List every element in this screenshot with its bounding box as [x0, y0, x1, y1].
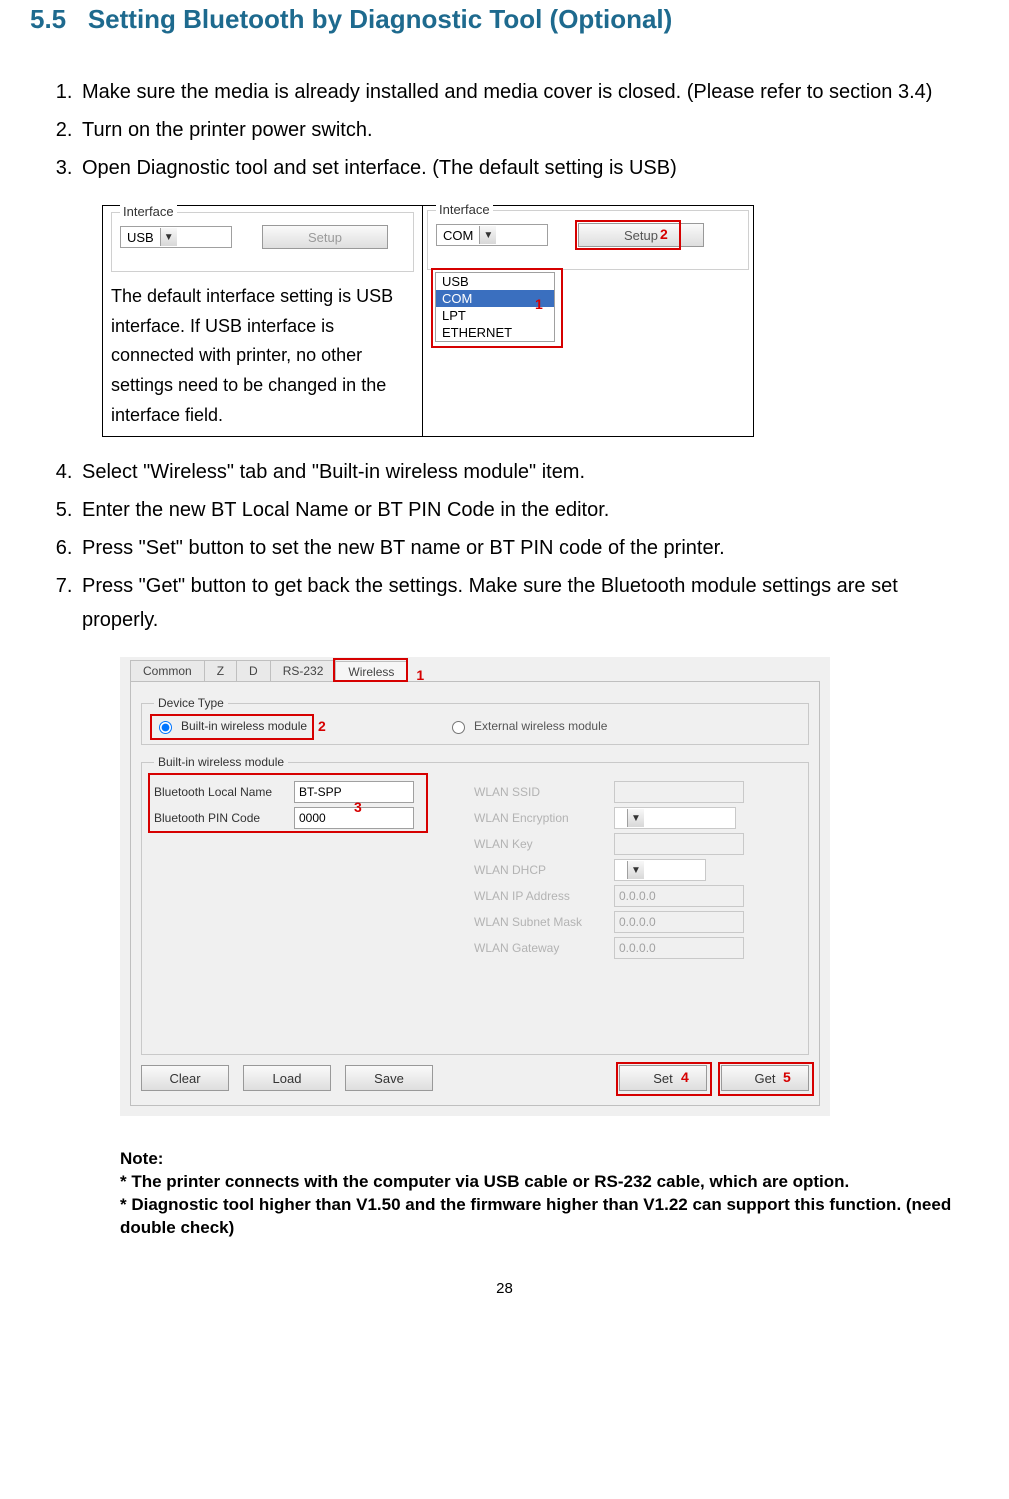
radio-external-text: External wireless module: [474, 719, 607, 733]
step-6: Press "Set" button to set the new BT nam…: [78, 531, 979, 565]
interface-cell-usb: Interface USB ▼ Setup The default interf…: [103, 206, 423, 436]
builtin-module-fieldset: Built-in wireless module Bluetooth Local…: [141, 755, 809, 1055]
radio-external-label[interactable]: External wireless module: [447, 718, 607, 734]
wlan-gw-input: [614, 937, 744, 959]
wlan-mask-input: [614, 911, 744, 933]
interface-combo-usb-value: USB: [121, 230, 160, 245]
tab-strip: Common Z D RS-232 Wireless 1: [130, 657, 820, 681]
callout-1: 1: [535, 296, 543, 312]
callout-shot2-2: 2: [318, 718, 326, 734]
builtin-module-legend: Built-in wireless module: [154, 755, 288, 769]
callout-shot2-1: 1: [416, 667, 424, 683]
step-4: Select "Wireless" tab and "Built-in wire…: [78, 455, 979, 489]
chevron-down-icon: ▼: [627, 809, 644, 827]
button-row: Clear Load Save Set 4 Get 5: [141, 1065, 809, 1091]
note-line-1: * The printer connects with the computer…: [120, 1171, 979, 1194]
section-number: 5.5: [30, 4, 66, 34]
callout-box-list: [431, 268, 563, 348]
interface-group-label-com: Interface: [436, 202, 493, 217]
radio-builtin-label[interactable]: Built-in wireless module 2: [154, 718, 307, 734]
device-type-legend: Device Type: [154, 696, 228, 710]
note-heading: Note:: [120, 1148, 979, 1171]
callout-shot2-4: 4: [681, 1069, 689, 1085]
wlan-ip-label: WLAN IP Address: [474, 889, 614, 903]
load-button-label: Load: [273, 1071, 302, 1086]
ordered-steps-2: Select "Wireless" tab and "Built-in wire…: [78, 455, 979, 637]
tab-d[interactable]: D: [236, 660, 271, 681]
interface-cell-com: Interface COM ▼ Setup 2: [423, 206, 753, 436]
tab-body: Device Type Built-in wireless module 2 E…: [130, 681, 820, 1106]
callout-box-get: [718, 1062, 814, 1096]
page: 5.5 Setting Bluetooth by Diagnostic Tool…: [0, 0, 1009, 1499]
note-block: Note: * The printer connects with the co…: [120, 1148, 979, 1240]
callout-shot2-3: 3: [354, 799, 362, 815]
wlan-key-input: [614, 833, 744, 855]
load-button[interactable]: Load: [243, 1065, 331, 1091]
usb-description: The default interface setting is USB int…: [111, 282, 414, 430]
wlan-ssid-input: [614, 781, 744, 803]
interface-group-usb: Interface USB ▼ Setup: [111, 212, 414, 272]
wlan-enc-combo: ▼: [614, 807, 736, 829]
interface-group-com: Interface COM ▼ Setup 2: [427, 210, 749, 270]
setup-button-usb[interactable]: Setup: [262, 225, 388, 249]
wlan-enc-label: WLAN Encryption: [474, 811, 614, 825]
interface-combo-com-value: COM: [437, 228, 479, 243]
chevron-down-icon: ▼: [627, 861, 644, 879]
wlan-dhcp-label: WLAN DHCP: [474, 863, 614, 877]
tab-common[interactable]: Common: [130, 660, 205, 681]
callout-box-bt: [148, 773, 428, 833]
interface-group-label-usb: Interface: [120, 204, 177, 219]
chevron-down-icon: ▼: [479, 226, 496, 244]
device-type-fieldset: Device Type Built-in wireless module 2 E…: [141, 696, 809, 745]
device-type-radios: Built-in wireless module 2 External wire…: [154, 718, 796, 734]
wlan-key-label: WLAN Key: [474, 837, 614, 851]
clear-button-label: Clear: [169, 1071, 200, 1086]
wlan-ip-input: [614, 885, 744, 907]
wlan-dhcp-combo: ▼: [614, 859, 706, 881]
callout-box-tab: [333, 658, 408, 682]
step-2: Turn on the printer power switch.: [78, 113, 979, 147]
callout-2: 2: [660, 226, 668, 242]
tab-z[interactable]: Z: [204, 660, 237, 681]
ordered-steps-1: Make sure the media is already installed…: [78, 75, 979, 185]
step-5: Enter the new BT Local Name or BT PIN Co…: [78, 493, 979, 527]
section-title-text: Setting Bluetooth by Diagnostic Tool (Op…: [88, 4, 672, 34]
step-3: Open Diagnostic tool and set interface. …: [78, 151, 979, 185]
wlan-ssid-label: WLAN SSID: [474, 785, 614, 799]
save-button[interactable]: Save: [345, 1065, 433, 1091]
setup-button-usb-label: Setup: [308, 230, 342, 245]
callout-box-radio: [150, 714, 314, 740]
interface-screenshots-row: Interface USB ▼ Setup The default interf…: [102, 205, 754, 437]
step-7: Press "Get" button to get back the setti…: [78, 569, 979, 637]
note-line-2: * Diagnostic tool higher than V1.50 and …: [120, 1194, 979, 1240]
wlan-mask-label: WLAN Subnet Mask: [474, 915, 614, 929]
wlan-gw-label: WLAN Gateway: [474, 941, 614, 955]
interface-combo-com[interactable]: COM ▼: [436, 224, 548, 246]
tab-rs232[interactable]: RS-232: [270, 660, 337, 681]
page-number: 28: [30, 1280, 979, 1297]
wireless-settings-screenshot: Common Z D RS-232 Wireless 1 Device Type…: [120, 657, 830, 1116]
callout-box-set: [616, 1062, 712, 1096]
save-button-label: Save: [374, 1071, 404, 1086]
step-1: Make sure the media is already installed…: [78, 75, 979, 109]
callout-shot2-5: 5: [783, 1069, 791, 1085]
radio-external[interactable]: [452, 721, 465, 734]
interface-combo-usb[interactable]: USB ▼: [120, 226, 232, 248]
section-heading: 5.5 Setting Bluetooth by Diagnostic Tool…: [30, 0, 979, 35]
chevron-down-icon: ▼: [160, 228, 177, 246]
clear-button[interactable]: Clear: [141, 1065, 229, 1091]
